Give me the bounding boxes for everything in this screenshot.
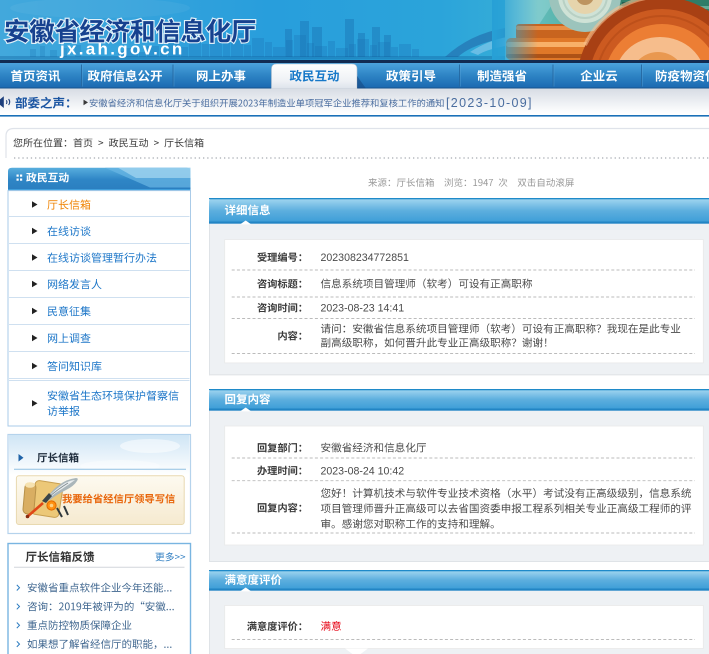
svg-text:2023-08-23 14:41: 2023-08-23 14:41 — [321, 303, 405, 315]
svg-text:jx.ah.gov.cn: jx.ah.gov.cn — [59, 40, 185, 59]
svg-text:2023-08-24 10:42: 2023-08-24 10:42 — [321, 465, 405, 477]
svg-text:202308234772851: 202308234772851 — [321, 252, 409, 264]
